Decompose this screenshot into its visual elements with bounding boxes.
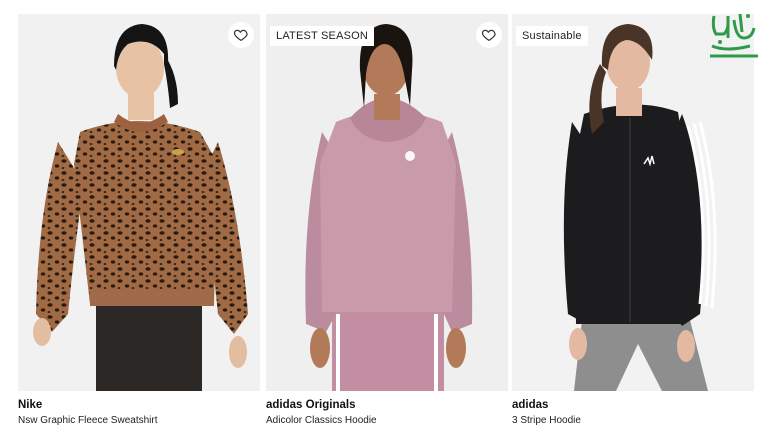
product-tag: Sustainable — [516, 26, 588, 46]
product-brand[interactable]: Nike — [18, 399, 42, 411]
product-image[interactable]: LATEST SEASON — [266, 14, 508, 391]
favorite-button[interactable] — [476, 22, 502, 48]
product-card[interactable]: Sustainable adidas 3 Stripe Hoodie — [512, 14, 754, 432]
model-photo — [266, 14, 508, 391]
product-tag: LATEST SEASON — [270, 26, 375, 46]
product-grid: Nike Nsw Graphic Fleece Sweatshirt LATES… — [0, 0, 770, 432]
product-name[interactable]: Nsw Graphic Fleece Sweatshirt — [18, 415, 158, 426]
model-photo — [18, 14, 260, 391]
product-image[interactable]: Sustainable — [512, 14, 754, 391]
model-photo — [512, 14, 754, 391]
heart-outline-icon — [481, 29, 496, 42]
favorite-button[interactable] — [228, 22, 254, 48]
product-name[interactable]: 3 Stripe Hoodie — [512, 415, 581, 426]
product-card[interactable]: LATEST SEASON adidas Originals Adicolor … — [266, 14, 508, 432]
product-image[interactable] — [18, 14, 260, 391]
product-name[interactable]: Adicolor Classics Hoodie — [266, 415, 377, 426]
product-brand[interactable]: adidas Originals — [266, 399, 355, 411]
heart-outline-icon — [233, 29, 248, 42]
saudi-logo-icon — [710, 13, 758, 58]
product-brand[interactable]: adidas — [512, 399, 548, 411]
product-card[interactable]: Nike Nsw Graphic Fleece Sweatshirt — [18, 14, 260, 432]
